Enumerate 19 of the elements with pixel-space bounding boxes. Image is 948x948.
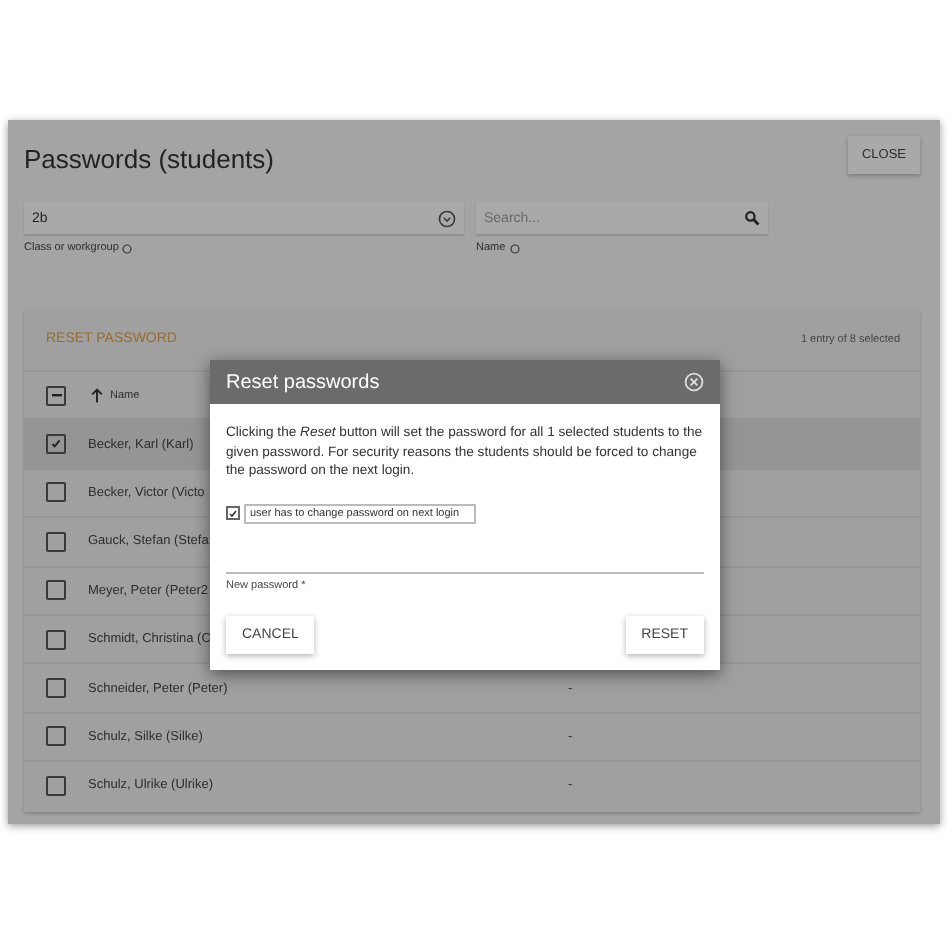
row-checkbox[interactable] (46, 678, 66, 699)
dialog-title: Reset passwords (226, 371, 380, 393)
chevron-down-icon (438, 209, 456, 227)
row-checkbox[interactable] (46, 775, 66, 796)
window-title: Passwords (students) (24, 144, 274, 174)
select-all-checkbox[interactable] (46, 385, 66, 406)
row-checkbox[interactable] (46, 531, 66, 552)
row-checkbox[interactable] (46, 482, 66, 503)
row-checkbox[interactable] (46, 580, 66, 601)
minus-icon (51, 393, 61, 398)
arrow-up-icon (90, 387, 104, 404)
row-checkbox[interactable] (46, 726, 66, 747)
check-icon (228, 507, 238, 520)
row-checkbox[interactable] (46, 434, 66, 455)
force-change-checkbox[interactable] (226, 506, 240, 521)
row-checkbox[interactable] (46, 629, 66, 650)
search-icon (744, 210, 760, 226)
check-icon (50, 438, 62, 451)
close-icon[interactable] (684, 372, 704, 392)
